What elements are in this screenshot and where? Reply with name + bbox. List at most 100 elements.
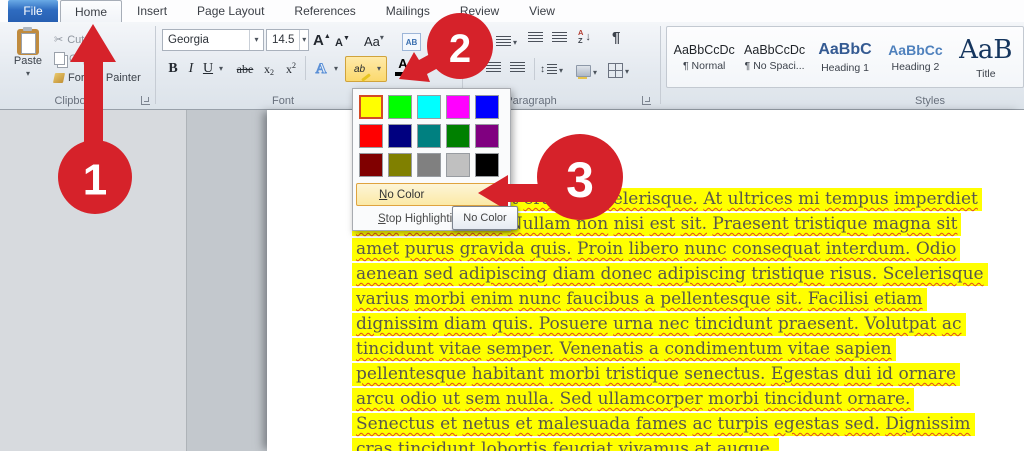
highlight-color-swatch[interactable]: [359, 124, 383, 148]
text-highlight-dropdown-button[interactable]: [372, 56, 387, 82]
subscript-digit: 2: [270, 68, 274, 77]
sort-z-letter: Z: [578, 35, 583, 45]
highlight-color-swatch[interactable]: [388, 153, 412, 177]
cut-button[interactable]: ✂ Cut: [54, 31, 84, 48]
decrease-indent-button[interactable]: [528, 32, 543, 43]
style-heading-2[interactable]: AaBbCc Heading 2: [880, 27, 950, 87]
highlight-color-grid: [353, 89, 510, 181]
bold-button[interactable]: B: [164, 58, 182, 80]
borders-button[interactable]: [608, 61, 629, 79]
chevron-down-icon[interactable]: [249, 30, 263, 50]
tab-home[interactable]: Home: [60, 0, 123, 22]
copy-label: Copy: [69, 52, 95, 65]
chevron-down-icon: [380, 27, 384, 45]
font-size-combo[interactable]: 14.5: [266, 29, 309, 51]
align-right-button[interactable]: [486, 62, 501, 73]
tab-references[interactable]: References: [279, 0, 370, 21]
ribbon-tab-row: File Home Insert Page Layout References Mail…: [0, 0, 1024, 22]
text-effects-chevron-icon[interactable]: [331, 58, 341, 80]
multilevel-list-button[interactable]: [496, 32, 517, 50]
highlight-color-swatch[interactable]: [475, 124, 499, 148]
increase-indent-button[interactable]: [552, 32, 567, 43]
superscript-button[interactable]: x2: [282, 58, 300, 80]
paste-button[interactable]: Paste: [6, 26, 50, 92]
underline-button[interactable]: U: [200, 58, 216, 80]
tab-view[interactable]: View: [514, 0, 570, 21]
highlight-color-swatch[interactable]: [446, 124, 470, 148]
highlight-color-swatch[interactable]: [359, 95, 383, 119]
borders-grid-icon: [608, 62, 623, 78]
clear-formatting-button[interactable]: AB: [402, 33, 421, 51]
copy-button[interactable]: Copy: [54, 50, 95, 67]
multilevel-list-icon: [496, 35, 511, 47]
no-color-label: No Color: [379, 188, 425, 201]
clipboard-group-label: Clipboard: [54, 95, 102, 107]
button-separator: [534, 58, 535, 80]
text-effects-button[interactable]: A: [312, 58, 330, 80]
highlight-color-swatch[interactable]: [475, 95, 499, 119]
clipboard-dialog-launcher[interactable]: [141, 96, 150, 105]
highlight-color-swatch[interactable]: [446, 95, 470, 119]
highlight-color-swatch[interactable]: [359, 153, 383, 177]
highlight-color-swatch[interactable]: [446, 153, 470, 177]
styles-group-label: Styles: [915, 95, 945, 107]
paragraph-dialog-launcher[interactable]: [642, 96, 651, 105]
text-highlight-button[interactable]: ab: [345, 56, 374, 82]
tab-mailings[interactable]: Mailings: [371, 0, 445, 21]
tab-review[interactable]: Review: [445, 0, 514, 21]
style-normal[interactable]: AaBbCcDc ¶ Normal: [669, 27, 739, 87]
document-line: arcu odio ut sem nulla. Sed ullamcorper …: [352, 388, 1012, 414]
style-preview: AaBbC: [818, 40, 872, 58]
sort-button[interactable]: AZ ↓: [578, 29, 591, 44]
highlight-color-swatch[interactable]: [388, 95, 412, 119]
shrink-font-button[interactable]: A ▼: [335, 29, 350, 49]
show-paragraph-marks-button[interactable]: ¶: [612, 29, 620, 46]
style-preview: AaB: [959, 34, 1013, 65]
strikethrough-button[interactable]: abe: [232, 58, 258, 80]
scissors-icon: ✂: [54, 34, 64, 46]
down-arrow-icon: ▼: [342, 35, 350, 42]
document-line: tincidunt vitae semper. Venenatis a cond…: [352, 338, 1012, 364]
highlight-color-swatch[interactable]: [417, 124, 441, 148]
tab-insert[interactable]: Insert: [122, 0, 182, 21]
font-color-letter: A: [398, 56, 408, 71]
style-preview: AaBbCc: [888, 41, 943, 58]
style-heading-1[interactable]: AaBbC Heading 1: [810, 27, 880, 87]
button-separator: [305, 56, 306, 80]
paint-bucket-icon: [576, 65, 591, 79]
chevron-down-icon[interactable]: [299, 30, 308, 50]
style-title[interactable]: AaB Title: [951, 27, 1021, 87]
justify-button[interactable]: [510, 62, 525, 73]
document-line: amet purus gravida quis. Proin libero nu…: [352, 238, 1012, 264]
no-color-menu-item[interactable]: No Color: [356, 183, 507, 206]
line-spacing-arrows-icon: ↕: [540, 63, 545, 75]
tab-file[interactable]: File: [8, 0, 58, 22]
font-size-value: 14.5: [272, 34, 295, 46]
cut-label: Cut: [67, 33, 85, 46]
increase-indent-icon: [552, 32, 567, 43]
highlight-color-swatch[interactable]: [417, 153, 441, 177]
align-right-icon: [486, 62, 501, 73]
highlight-color-swatch[interactable]: [388, 124, 412, 148]
subscript-button[interactable]: x2: [260, 58, 278, 80]
decrease-indent-icon: [528, 32, 543, 43]
grow-font-letter: A: [313, 32, 324, 49]
format-painter-button[interactable]: Format Painter: [52, 69, 141, 86]
tab-page-layout[interactable]: Page Layout: [182, 0, 279, 21]
font-family-combo[interactable]: Georgia: [162, 29, 264, 51]
grow-font-button[interactable]: A ▲: [313, 29, 331, 49]
chevron-down-icon: [26, 67, 30, 79]
underline-options-chevron-icon[interactable]: [216, 58, 226, 80]
font-color-button[interactable]: A: [390, 56, 416, 80]
highlight-color-swatch[interactable]: [475, 153, 499, 177]
italic-button[interactable]: I: [184, 58, 198, 80]
style-name: ¶ No Spaci...: [744, 59, 805, 72]
line-spacing-button[interactable]: ↕: [540, 60, 563, 78]
highlight-color-swatch[interactable]: [417, 95, 441, 119]
font-family-value: Georgia: [168, 34, 209, 46]
style-no-spaci[interactable]: AaBbCcDc ¶ No Spaci...: [739, 27, 809, 87]
shading-button[interactable]: [576, 62, 597, 80]
change-case-button[interactable]: Aa: [364, 29, 384, 49]
highlight-ab-glyph: ab: [353, 63, 366, 75]
document-line: varius morbi enim nunc faucibus a pellen…: [352, 288, 1012, 314]
